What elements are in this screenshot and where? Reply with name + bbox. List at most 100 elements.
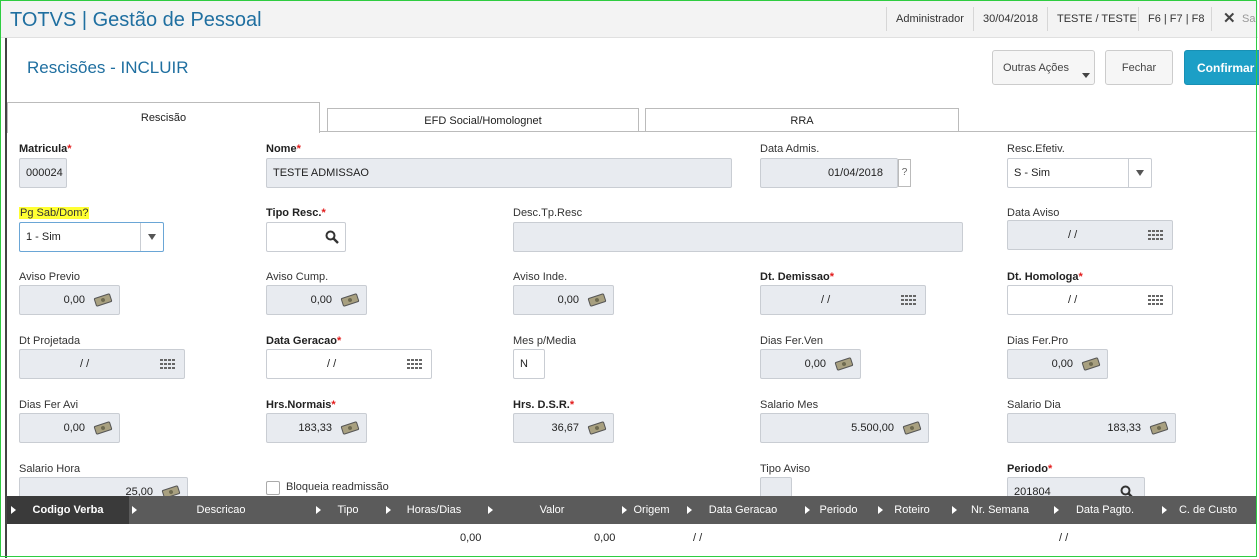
calendar-icon[interactable] <box>899 293 919 307</box>
nome-label: Nome* <box>266 143 301 155</box>
column-header-nr-semana[interactable]: Nr. Semana <box>949 496 1051 524</box>
dias-fer-ven-field[interactable]: 0,00 <box>760 349 861 379</box>
confirm-button[interactable]: Confirmar <box>1184 50 1259 85</box>
top-bar: TOTVS | Gestão de Pessoal Administrador … <box>1 1 1258 38</box>
salario-dia-field[interactable]: 183,33 <box>1007 413 1176 443</box>
calendar-icon[interactable] <box>1146 228 1166 242</box>
mes-media-field[interactable]: N <box>513 349 545 379</box>
column-arrow-icon <box>805 506 810 514</box>
top-bar-divider <box>1211 7 1212 31</box>
resc-efetiv-select[interactable]: S - Sim <box>1007 158 1152 188</box>
tipo-aviso-label: Tipo Aviso <box>760 463 811 475</box>
column-header-data-pagto[interactable]: Data Pagto. <box>1051 496 1159 524</box>
desc-tp-resc-field[interactable] <box>513 222 963 252</box>
chevron-down-icon <box>1082 73 1090 78</box>
tab-rra[interactable]: RRA <box>645 108 959 132</box>
column-header-tipo[interactable]: Tipo <box>313 496 383 524</box>
matricula-label: Matricula* <box>19 143 72 155</box>
tipo-resc-label: Tipo Resc.* <box>266 207 326 219</box>
aviso-inde-field[interactable]: 0,00 <box>513 285 614 315</box>
column-header-origem[interactable]: Origem <box>619 496 684 524</box>
column-arrow-icon <box>952 506 957 514</box>
column-header-descricao[interactable]: Descricao <box>129 496 313 524</box>
close-button[interactable]: Fechar <box>1105 50 1173 85</box>
tab-efd-social[interactable]: EFD Social/Homolognet <box>327 108 639 132</box>
money-icon[interactable] <box>587 293 607 307</box>
calendar-icon[interactable] <box>158 357 178 371</box>
dt-projetada-label: Dt Projetada <box>19 335 81 347</box>
column-header-valor[interactable]: Valor <box>485 496 619 524</box>
money-icon[interactable] <box>902 421 922 435</box>
tab-label: Rescisão <box>140 112 187 124</box>
money-icon[interactable] <box>340 421 360 435</box>
resc-efetiv-label: Resc.Efetiv. <box>1007 143 1065 155</box>
tab-bar: Rescisão EFD Social/Homolognet RRA <box>7 100 1257 133</box>
dt-demissao-field[interactable]: / / <box>760 285 926 315</box>
tipo-resc-field[interactable] <box>266 222 346 252</box>
data-geracao-field[interactable]: / / <box>266 349 432 379</box>
top-bar-divider <box>1138 7 1139 31</box>
tab-rescisao[interactable]: Rescisão <box>7 102 320 133</box>
top-bar-divider <box>886 7 887 31</box>
page-header: Rescisões - INCLUIR Outras Ações Fechar … <box>7 38 1259 96</box>
dias-fer-pro-label: Dias Fer.Pro <box>1007 335 1069 347</box>
salario-mes-label: Salario Mes <box>760 399 819 411</box>
money-icon[interactable] <box>340 293 360 307</box>
salario-mes-field[interactable]: 5.500,00 <box>760 413 929 443</box>
column-header-codigo-verba[interactable]: Codigo Verba <box>7 496 129 524</box>
nome-field[interactable]: TESTE ADMISSAO <box>266 158 732 188</box>
aviso-cump-field[interactable]: 0,00 <box>266 285 367 315</box>
dt-projetada-field[interactable]: / / <box>19 349 185 379</box>
column-header-roteiro[interactable]: Roteiro <box>875 496 949 524</box>
data-aviso-label: Data Aviso <box>1007 207 1060 219</box>
money-icon[interactable] <box>834 357 854 371</box>
column-arrow-icon <box>1162 506 1167 514</box>
help-button[interactable]: ? <box>898 159 911 187</box>
hrs-dsr-field[interactable]: 36,67 <box>513 413 614 443</box>
pg-sab-dom-select[interactable]: 1 - Sim <box>19 222 164 252</box>
calendar-icon[interactable] <box>1146 293 1166 307</box>
salario-hora-label: Salario Hora <box>19 463 81 475</box>
calendar-icon[interactable] <box>405 357 425 371</box>
data-geracao-label: Data Geracao* <box>266 335 342 347</box>
money-icon[interactable] <box>1149 421 1169 435</box>
aviso-previo-field[interactable]: 0,00 <box>19 285 120 315</box>
table-row[interactable]: 0,00 0,00 / / / / <box>7 524 1257 552</box>
dias-fer-avi-field[interactable]: 0,00 <box>19 413 120 443</box>
column-header-data-geracao[interactable]: Data Geracao <box>684 496 802 524</box>
money-icon[interactable] <box>93 293 113 307</box>
column-arrow-icon <box>687 506 692 514</box>
hrs-normais-label: Hrs.Normais* <box>266 399 336 411</box>
dias-fer-pro-field[interactable]: 0,00 <box>1007 349 1108 379</box>
money-icon[interactable] <box>93 421 113 435</box>
dt-homologa-field[interactable]: / / <box>1007 285 1173 315</box>
column-header-periodo[interactable]: Periodo <box>802 496 875 524</box>
shortcut-keys[interactable]: F6 | F7 | F8 <box>1148 13 1204 25</box>
data-aviso-field[interactable]: / / <box>1007 220 1173 250</box>
hrs-normais-field[interactable]: 183,33 <box>266 413 367 443</box>
chevron-down-icon <box>1128 159 1151 187</box>
data-admis-field[interactable]: 01/04/2018 <box>760 158 898 188</box>
other-actions-button[interactable]: Outras Ações <box>992 50 1095 85</box>
company-name: TESTE / TESTE <box>1057 13 1137 25</box>
column-header-c-de-custo[interactable]: C. de Custo <box>1159 496 1257 524</box>
hrs-dsr-label: Hrs. D.S.R.* <box>513 399 575 411</box>
app-title: TOTVS | Gestão de Pessoal <box>10 9 262 31</box>
matricula-field[interactable]: 000024 <box>19 158 67 188</box>
column-arrow-icon <box>622 506 627 514</box>
page-title: Rescisões - INCLUIR <box>27 58 189 77</box>
money-icon[interactable] <box>587 421 607 435</box>
column-arrow-icon <box>316 506 321 514</box>
top-bar-divider <box>973 7 974 31</box>
exit-label[interactable]: Sa <box>1242 13 1255 25</box>
desc-tp-resc-label: Desc.Tp.Resc <box>513 207 583 219</box>
close-icon[interactable]: ✕ <box>1223 9 1236 27</box>
search-icon[interactable] <box>325 230 339 244</box>
column-header-horas-dias[interactable]: Horas/Dias <box>383 496 485 524</box>
confirm-button-label: Confirmar <box>1197 61 1255 75</box>
aviso-inde-label: Aviso Inde. <box>513 271 568 283</box>
money-icon[interactable] <box>1081 357 1101 371</box>
mes-media-label: Mes p/Media <box>513 335 576 347</box>
bloqueia-readmissao-checkbox[interactable] <box>266 481 280 495</box>
bloqueia-readmissao-label: Bloqueia readmissão <box>286 481 389 493</box>
